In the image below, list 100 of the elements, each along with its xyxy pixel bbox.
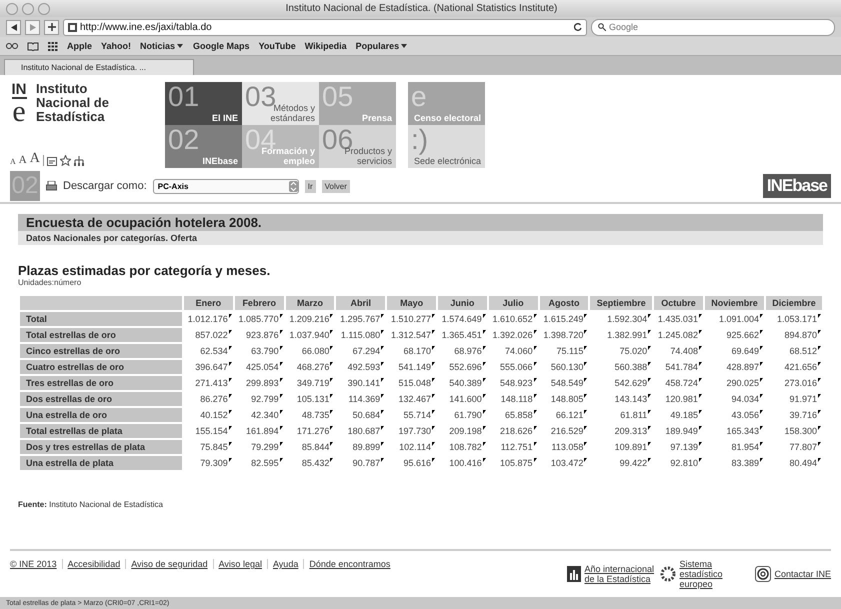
bookmark-link[interactable]: YouTube <box>258 41 296 51</box>
table-cell[interactable]: 515.048 <box>387 376 436 390</box>
table-cell[interactable]: 1.115.080 <box>336 328 386 342</box>
table-cell[interactable]: 428.897 <box>704 360 764 374</box>
table-cell[interactable]: 50.684 <box>336 408 386 422</box>
table-cell[interactable]: 105.131 <box>286 392 334 406</box>
table-cell[interactable]: 114.369 <box>336 392 386 406</box>
table-cell[interactable]: 74.060 <box>488 344 538 358</box>
table-cell[interactable]: 541.149 <box>387 360 436 374</box>
browser-tab[interactable]: Instituto Nacional de Estadística. ... <box>4 59 194 75</box>
table-cell[interactable]: 61.811 <box>590 408 652 422</box>
bookmark-link[interactable]: Wikipedia <box>304 41 347 51</box>
partner-link[interactable]: Sistema estadístico europeo <box>679 559 750 589</box>
table-cell[interactable]: 81.954 <box>704 440 764 454</box>
table-cell[interactable]: 68.512 <box>766 344 822 358</box>
reload-icon[interactable] <box>574 23 582 31</box>
table-cell[interactable]: 92.799 <box>234 392 284 406</box>
table-cell[interactable]: 290.025 <box>704 376 764 390</box>
table-cell[interactable]: 1.435.031 <box>654 312 703 326</box>
table-cell[interactable]: 68.976 <box>438 344 487 358</box>
table-cell[interactable]: 75.020 <box>590 344 652 358</box>
table-cell[interactable]: 468.276 <box>286 360 334 374</box>
table-cell[interactable]: 55.714 <box>387 408 436 422</box>
address-field[interactable]: http://www.ine.es/jaxi/tabla.do <box>63 18 587 36</box>
table-cell[interactable]: 77.807 <box>766 440 822 454</box>
add-bookmark-button[interactable] <box>44 20 59 34</box>
table-cell[interactable]: 108.782 <box>438 440 487 454</box>
footer-link[interactable]: Accesibilidad <box>62 559 126 569</box>
form-button[interactable]: Volver <box>322 180 350 192</box>
font-size-button[interactable]: A <box>18 155 27 166</box>
footer-link[interactable]: Aviso legal <box>212 559 267 569</box>
table-cell[interactable]: 540.389 <box>438 376 487 390</box>
table-cell[interactable]: 112.751 <box>488 440 538 454</box>
table-cell[interactable]: 103.472 <box>540 456 588 470</box>
table-cell[interactable]: 63.790 <box>234 344 284 358</box>
table-cell[interactable]: 1.053.171 <box>766 312 822 326</box>
table-cell[interactable]: 299.893 <box>234 376 284 390</box>
table-cell[interactable]: 49.185 <box>654 408 703 422</box>
table-cell[interactable]: 197.730 <box>387 424 436 438</box>
table-cell[interactable]: 109.891 <box>590 440 652 454</box>
table-cell[interactable]: 925.662 <box>704 328 764 342</box>
table-cell[interactable]: 66.121 <box>540 408 588 422</box>
table-cell[interactable]: 102.114 <box>387 440 436 454</box>
table-cell[interactable]: 89.899 <box>336 440 386 454</box>
table-cell[interactable]: 218.626 <box>488 424 538 438</box>
table-cell[interactable]: 66.080 <box>286 344 334 358</box>
table-cell[interactable]: 1.592.304 <box>590 312 652 326</box>
table-cell[interactable]: 148.118 <box>488 392 538 406</box>
table-cell[interactable]: 97.139 <box>654 440 703 454</box>
table-cell[interactable]: 1.392.026 <box>488 328 538 342</box>
table-cell[interactable]: 492.593 <box>336 360 386 374</box>
table-cell[interactable]: 75.845 <box>184 440 233 454</box>
form-button[interactable]: Ir <box>304 180 316 192</box>
table-cell[interactable]: 1.085.770 <box>234 312 284 326</box>
table-cell[interactable]: 421.656 <box>766 360 822 374</box>
footer-link[interactable]: © INE 2013 <box>10 559 62 569</box>
table-cell[interactable]: 209.313 <box>590 424 652 438</box>
table-cell[interactable]: 857.022 <box>184 328 233 342</box>
table-cell[interactable]: 42.340 <box>234 408 284 422</box>
table-cell[interactable]: 67.294 <box>336 344 386 358</box>
table-cell[interactable]: 1.615.249 <box>540 312 588 326</box>
table-cell[interactable]: 273.016 <box>766 376 822 390</box>
partner-link[interactable]: Año internacional de la Estadística <box>584 564 654 584</box>
grid-icon[interactable] <box>48 42 58 50</box>
table-cell[interactable]: 82.595 <box>234 456 284 470</box>
bookmark-link[interactable]: Apple <box>67 41 92 51</box>
table-cell[interactable]: 555.066 <box>488 360 538 374</box>
table-cell[interactable]: 74.408 <box>654 344 703 358</box>
table-cell[interactable]: 48.735 <box>286 408 334 422</box>
table-cell[interactable]: 1.574.649 <box>438 312 487 326</box>
table-cell[interactable]: 1.398.720 <box>540 328 588 342</box>
table-cell[interactable]: 92.810 <box>654 456 703 470</box>
font-size-button[interactable]: A <box>10 158 16 166</box>
table-cell[interactable]: 189.949 <box>654 424 703 438</box>
table-cell[interactable]: 349.719 <box>286 376 334 390</box>
table-cell[interactable]: 120.981 <box>654 392 703 406</box>
table-cell[interactable]: 548.923 <box>488 376 538 390</box>
table-cell[interactable]: 1.365.451 <box>438 328 487 342</box>
table-cell[interactable]: 425.054 <box>234 360 284 374</box>
table-cell[interactable]: 94.034 <box>704 392 764 406</box>
bookmark-link[interactable]: Noticias <box>140 41 184 51</box>
table-cell[interactable]: 1.245.082 <box>654 328 703 342</box>
search-field[interactable]: Google <box>591 18 835 36</box>
menu-tile[interactable]: 06Productos y servicios <box>319 125 396 168</box>
table-cell[interactable]: 1.091.004 <box>704 312 764 326</box>
table-cell[interactable]: 105.875 <box>488 456 538 470</box>
table-cell[interactable]: 161.894 <box>234 424 284 438</box>
book-icon[interactable] <box>27 42 39 50</box>
table-cell[interactable]: 100.416 <box>438 456 487 470</box>
table-cell[interactable]: 548.549 <box>540 376 588 390</box>
table-cell[interactable]: 86.276 <box>184 392 233 406</box>
table-cell[interactable]: 1.209.216 <box>286 312 334 326</box>
table-cell[interactable]: 90.787 <box>336 456 386 470</box>
table-cell[interactable]: 79.299 <box>234 440 284 454</box>
table-cell[interactable]: 85.844 <box>286 440 334 454</box>
table-cell[interactable]: 390.141 <box>336 376 386 390</box>
table-cell[interactable]: 1.610.652 <box>488 312 538 326</box>
table-cell[interactable]: 158.300 <box>766 424 822 438</box>
sitemap-icon[interactable] <box>74 156 84 166</box>
table-cell[interactable]: 396.647 <box>184 360 233 374</box>
